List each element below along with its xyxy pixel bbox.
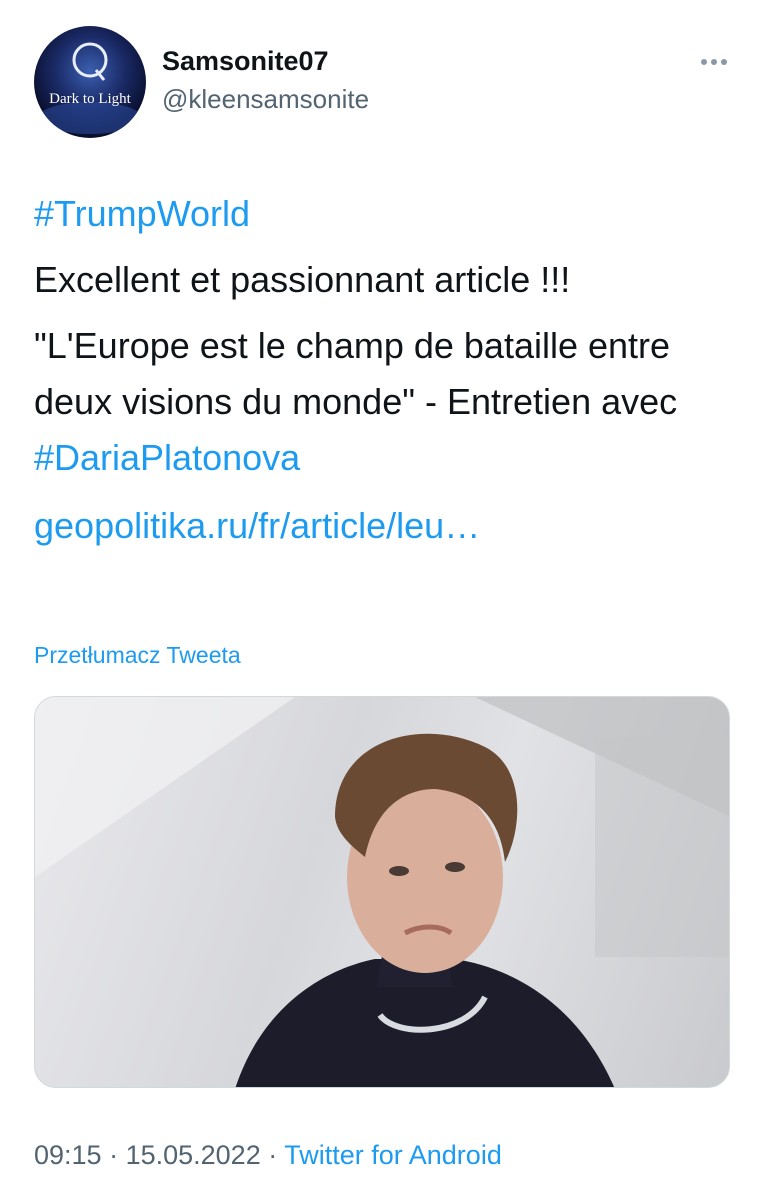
tweet-header: Dark to Light Samsonite07 @kleensamsonit… <box>34 26 734 138</box>
handle[interactable]: @kleensamsonite <box>162 82 369 116</box>
translate-tweet-link[interactable]: Przetłumacz Tweeta <box>34 642 241 669</box>
more-dot <box>711 59 717 65</box>
tweet-date[interactable]: 15.05.2022 <box>126 1140 261 1170</box>
tweet-text: #TrumpWorld Excellent et passionnant art… <box>34 186 734 554</box>
tweet-line-1: Excellent et passionnant article !!! <box>34 259 571 300</box>
more-dot <box>721 59 727 65</box>
author-names: Samsonite07 @kleensamsonite <box>162 44 369 116</box>
tweet-media-image[interactable] <box>34 696 730 1088</box>
tweet-quote: "L'Europe est le champ de bataille entre… <box>34 318 734 486</box>
more-icon[interactable] <box>694 50 734 74</box>
media-photo <box>35 697 729 1087</box>
more-dot <box>701 59 707 65</box>
avatar[interactable]: Dark to Light <box>34 26 146 138</box>
svg-text:Dark to Light: Dark to Light <box>49 91 131 107</box>
article-link[interactable]: geopolitika.ru/fr/article/leu… <box>34 498 734 554</box>
meta-separator: · <box>260 1140 285 1170</box>
avatar-image: Dark to Light <box>38 42 142 134</box>
display-name[interactable]: Samsonite07 <box>162 44 369 78</box>
tweet-source[interactable]: Twitter for Android <box>284 1140 502 1170</box>
hashtag-trumpworld[interactable]: #TrumpWorld <box>34 186 734 242</box>
meta-separator: · <box>101 1140 126 1170</box>
quote-text: "L'Europe est le champ de bataille entre… <box>34 325 678 422</box>
tweet-meta: 09:15 · 15.05.2022 · Twitter for Android <box>34 1140 502 1171</box>
hashtag-dariaplatonova[interactable]: #DariaPlatonova <box>34 437 300 478</box>
tweet: Dark to Light Samsonite07 @kleensamsonit… <box>0 0 763 1200</box>
tweet-time[interactable]: 09:15 <box>34 1140 102 1170</box>
